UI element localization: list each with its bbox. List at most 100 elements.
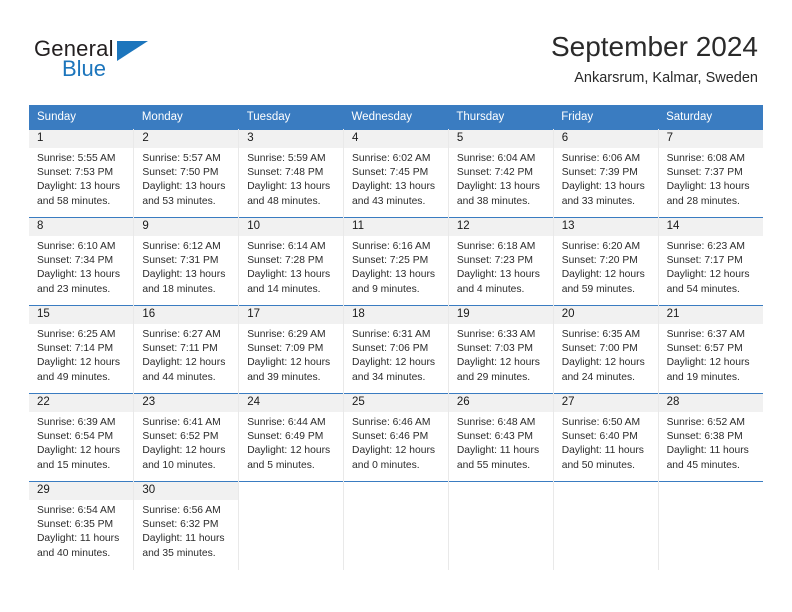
day-cell[interactable]: 7 Sunrise: 6:08 AM Sunset: 7:37 PM Dayli… — [658, 129, 763, 218]
daylight-text-line2: and 24 minutes. — [561, 371, 635, 383]
sunrise-text: Sunrise: 6:20 AM — [561, 241, 641, 252]
sunrise-text: Sunrise: 6:31 AM — [352, 329, 431, 340]
day-cell[interactable]: 12 Sunrise: 6:18 AM Sunset: 7:23 PM Dayl… — [448, 217, 554, 306]
day-number: 24 — [239, 394, 344, 412]
sunset-text: Sunset: 7:45 PM — [352, 167, 429, 179]
day-details: Sunrise: 6:44 AM Sunset: 6:49 PM Dayligh… — [239, 412, 343, 473]
day-details: Sunrise: 6:52 AM Sunset: 6:38 PM Dayligh… — [659, 412, 763, 473]
page-title: September 2024 — [550, 31, 758, 62]
day-cell[interactable]: 15 Sunrise: 6:25 AM Sunset: 7:14 PM Dayl… — [29, 305, 135, 394]
sunset-text: Sunset: 7:34 PM — [37, 255, 114, 267]
day-number — [239, 482, 343, 500]
sunset-text: Sunset: 6:49 PM — [247, 431, 324, 443]
day-details: Sunrise: 6:04 AM Sunset: 7:42 PM Dayligh… — [449, 148, 553, 209]
daylight-text-line1: Daylight: 11 hours — [37, 533, 120, 545]
day-number: 27 — [553, 394, 658, 412]
day-cell[interactable]: 3 Sunrise: 5:59 AM Sunset: 7:48 PM Dayli… — [238, 129, 345, 218]
daylight-text-line1: Daylight: 13 hours — [37, 181, 120, 193]
day-number: 15 — [29, 306, 134, 324]
sunrise-text: Sunrise: 6:25 AM — [37, 329, 116, 340]
day-number — [659, 482, 763, 500]
sunset-text: Sunset: 7:53 PM — [37, 167, 114, 179]
daylight-text-line2: and 59 minutes. — [561, 283, 635, 295]
day-cell[interactable]: 11 Sunrise: 6:16 AM Sunset: 7:25 PM Dayl… — [343, 217, 449, 306]
day-cell[interactable]: 2 Sunrise: 5:57 AM Sunset: 7:50 PM Dayli… — [133, 129, 240, 218]
day-cell[interactable]: 4 Sunrise: 6:02 AM Sunset: 7:45 PM Dayli… — [343, 129, 449, 218]
day-number: 14 — [658, 218, 763, 236]
sunrise-text: Sunrise: 6:18 AM — [456, 241, 536, 252]
calendar-body: 1 Sunrise: 5:55 AM Sunset: 7:53 PM Dayli… — [29, 129, 763, 570]
day-number: 18 — [344, 306, 448, 324]
day-cell[interactable]: 6 Sunrise: 6:06 AM Sunset: 7:39 PM Dayli… — [553, 129, 659, 218]
daylight-text-line2: and 39 minutes. — [247, 371, 321, 383]
sunrise-text: Sunrise: 6:08 AM — [666, 153, 745, 164]
day-cell[interactable]: 24 Sunrise: 6:44 AM Sunset: 6:49 PM Dayl… — [238, 393, 345, 482]
day-cell[interactable]: 22 Sunrise: 6:39 AM Sunset: 6:54 PM Dayl… — [29, 393, 135, 482]
day-details: Sunrise: 6:27 AM Sunset: 7:11 PM Dayligh… — [134, 324, 238, 385]
sunrise-text: Sunrise: 6:35 AM — [561, 329, 641, 340]
day-details: Sunrise: 6:02 AM Sunset: 7:45 PM Dayligh… — [344, 148, 448, 209]
day-cell[interactable]: 20 Sunrise: 6:35 AM Sunset: 7:00 PM Dayl… — [553, 305, 659, 394]
sunrise-text: Sunrise: 6:54 AM — [37, 505, 116, 516]
day-details: Sunrise: 6:10 AM Sunset: 7:34 PM Dayligh… — [29, 236, 133, 297]
sunset-text: Sunset: 6:38 PM — [666, 431, 743, 443]
day-details: Sunrise: 6:41 AM Sunset: 6:52 PM Dayligh… — [134, 412, 238, 473]
daylight-text-line2: and 4 minutes. — [456, 283, 525, 295]
daylight-text-line1: Daylight: 12 hours — [456, 357, 540, 369]
day-cell[interactable]: 5 Sunrise: 6:04 AM Sunset: 7:42 PM Dayli… — [448, 129, 554, 218]
weekday-header-friday: Friday — [553, 105, 659, 130]
day-details: Sunrise: 6:54 AM Sunset: 6:35 PM Dayligh… — [29, 500, 133, 561]
sunrise-text: Sunrise: 6:16 AM — [352, 241, 431, 252]
sunset-text: Sunset: 7:20 PM — [561, 255, 638, 267]
sunrise-text: Sunrise: 6:56 AM — [142, 505, 221, 516]
day-cell[interactable]: 27 Sunrise: 6:50 AM Sunset: 6:40 PM Dayl… — [553, 393, 659, 482]
day-cell[interactable]: 23 Sunrise: 6:41 AM Sunset: 6:52 PM Dayl… — [133, 393, 240, 482]
sunset-text: Sunset: 7:48 PM — [247, 167, 324, 179]
day-cell[interactable]: 21 Sunrise: 6:37 AM Sunset: 6:57 PM Dayl… — [658, 305, 763, 394]
daylight-text-line2: and 48 minutes. — [247, 195, 321, 207]
daylight-text-line1: Daylight: 12 hours — [561, 269, 645, 281]
day-details: Sunrise: 6:37 AM Sunset: 6:57 PM Dayligh… — [659, 324, 763, 385]
day-cell[interactable]: 26 Sunrise: 6:48 AM Sunset: 6:43 PM Dayl… — [448, 393, 554, 482]
day-cell[interactable]: 9 Sunrise: 6:12 AM Sunset: 7:31 PM Dayli… — [133, 217, 240, 306]
day-cell-empty — [448, 481, 554, 570]
day-cell[interactable]: 29 Sunrise: 6:54 AM Sunset: 6:35 PM Dayl… — [29, 481, 135, 570]
sunset-text: Sunset: 7:28 PM — [247, 255, 324, 267]
day-cell[interactable]: 25 Sunrise: 6:46 AM Sunset: 6:46 PM Dayl… — [343, 393, 449, 482]
sunset-text: Sunset: 7:42 PM — [456, 167, 534, 179]
daylight-text-line2: and 50 minutes. — [561, 459, 635, 471]
day-details: Sunrise: 6:23 AM Sunset: 7:17 PM Dayligh… — [659, 236, 763, 297]
sunrise-text: Sunrise: 6:33 AM — [456, 329, 536, 340]
day-cell[interactable]: 16 Sunrise: 6:27 AM Sunset: 7:11 PM Dayl… — [133, 305, 240, 394]
daylight-text-line2: and 29 minutes. — [456, 371, 531, 383]
day-cell[interactable]: 1 Sunrise: 5:55 AM Sunset: 7:53 PM Dayli… — [29, 129, 135, 218]
daylight-text-line1: Daylight: 11 hours — [142, 533, 225, 545]
sunset-text: Sunset: 7:23 PM — [456, 255, 534, 267]
daylight-text-line1: Daylight: 11 hours — [456, 445, 540, 457]
daylight-text-line1: Daylight: 13 hours — [456, 181, 540, 193]
day-details: Sunrise: 6:29 AM Sunset: 7:09 PM Dayligh… — [239, 324, 343, 385]
sunrise-text: Sunrise: 6:37 AM — [666, 329, 745, 340]
weekday-header-tuesday: Tuesday — [238, 105, 344, 130]
day-cell[interactable]: 30 Sunrise: 6:56 AM Sunset: 6:32 PM Dayl… — [133, 481, 240, 570]
daylight-text-line1: Daylight: 13 hours — [142, 181, 226, 193]
day-cell-empty — [238, 481, 345, 570]
day-cell-empty — [553, 481, 659, 570]
day-cell[interactable]: 28 Sunrise: 6:52 AM Sunset: 6:38 PM Dayl… — [658, 393, 763, 482]
day-cell[interactable]: 13 Sunrise: 6:20 AM Sunset: 7:20 PM Dayl… — [553, 217, 659, 306]
day-details: Sunrise: 6:16 AM Sunset: 7:25 PM Dayligh… — [344, 236, 448, 297]
day-cell[interactable]: 18 Sunrise: 6:31 AM Sunset: 7:06 PM Dayl… — [343, 305, 449, 394]
logo-text-blue: Blue — [62, 56, 107, 81]
day-details: Sunrise: 6:12 AM Sunset: 7:31 PM Dayligh… — [134, 236, 238, 297]
daylight-text-line2: and 54 minutes. — [666, 283, 740, 295]
day-cell[interactable]: 14 Sunrise: 6:23 AM Sunset: 7:17 PM Dayl… — [658, 217, 763, 306]
daylight-text-line1: Daylight: 13 hours — [247, 181, 331, 193]
sunset-text: Sunset: 7:17 PM — [666, 255, 743, 267]
day-details: Sunrise: 6:08 AM Sunset: 7:37 PM Dayligh… — [659, 148, 763, 209]
daylight-text-line1: Daylight: 12 hours — [247, 357, 331, 369]
day-cell[interactable]: 8 Sunrise: 6:10 AM Sunset: 7:34 PM Dayli… — [29, 217, 135, 306]
sunrise-text: Sunrise: 6:04 AM — [456, 153, 536, 164]
day-cell[interactable]: 19 Sunrise: 6:33 AM Sunset: 7:03 PM Dayl… — [448, 305, 554, 394]
day-cell[interactable]: 10 Sunrise: 6:14 AM Sunset: 7:28 PM Dayl… — [238, 217, 345, 306]
day-cell[interactable]: 17 Sunrise: 6:29 AM Sunset: 7:09 PM Dayl… — [238, 305, 345, 394]
